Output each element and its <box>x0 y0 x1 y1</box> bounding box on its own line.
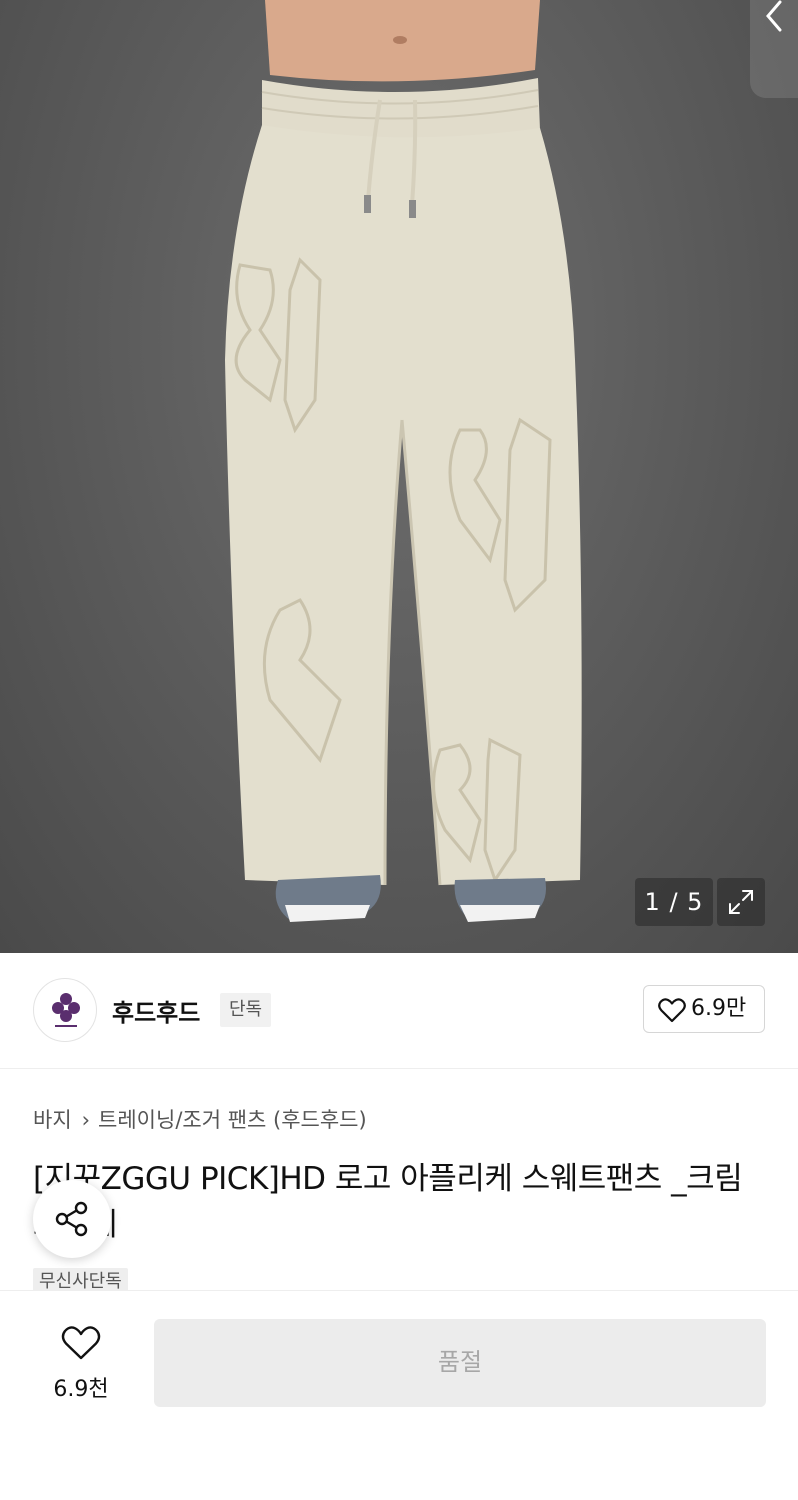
image-counter: 1 / 5 <box>635 878 713 926</box>
expand-image-button[interactable] <box>717 878 765 926</box>
product-photo-illustration <box>225 0 582 922</box>
breadcrumb: 바지 › 트레이닝/조거 팬츠 (후드후드) <box>33 1104 367 1134</box>
brand-row: 후드후드 단독 6.9만 <box>0 953 798 1069</box>
back-chevron-icon <box>766 0 782 32</box>
brand-logo-icon <box>52 993 80 1027</box>
breadcrumb-item-subcategory[interactable]: 트레이닝/조거 팬츠 (후드후드) <box>98 1108 367 1132</box>
heart-icon <box>658 998 686 1023</box>
brand-like-count: 6.9만 <box>691 996 747 1021</box>
heart-icon <box>61 1326 101 1360</box>
chevron-right-icon: › <box>81 1108 91 1132</box>
brand-name[interactable]: 후드후드 <box>112 993 200 1028</box>
share-icon <box>55 1201 88 1237</box>
soldout-button[interactable]: 품절 <box>154 1319 766 1407</box>
wishlist-button[interactable]: 6.9천 <box>40 1321 122 1402</box>
bottom-action-bar: 6.9천 품절 <box>0 1290 798 1500</box>
exclusive-tag: 단독 <box>220 993 272 1027</box>
expand-icon <box>729 890 753 914</box>
wishlist-count: 6.9천 <box>53 1377 109 1402</box>
brand-like-button[interactable]: 6.9만 <box>643 985 765 1033</box>
breadcrumb-item-category[interactable]: 바지 <box>33 1108 72 1132</box>
back-button[interactable] <box>750 0 798 98</box>
brand-logo[interactable] <box>33 978 97 1042</box>
product-title: [지꾸ZGGU PICK]HD 로고 아플리케 스웨트팬츠 _크림브륄레 <box>33 1161 743 1243</box>
share-button[interactable] <box>33 1180 111 1258</box>
product-image[interactable]: 1 / 5 <box>0 0 798 953</box>
